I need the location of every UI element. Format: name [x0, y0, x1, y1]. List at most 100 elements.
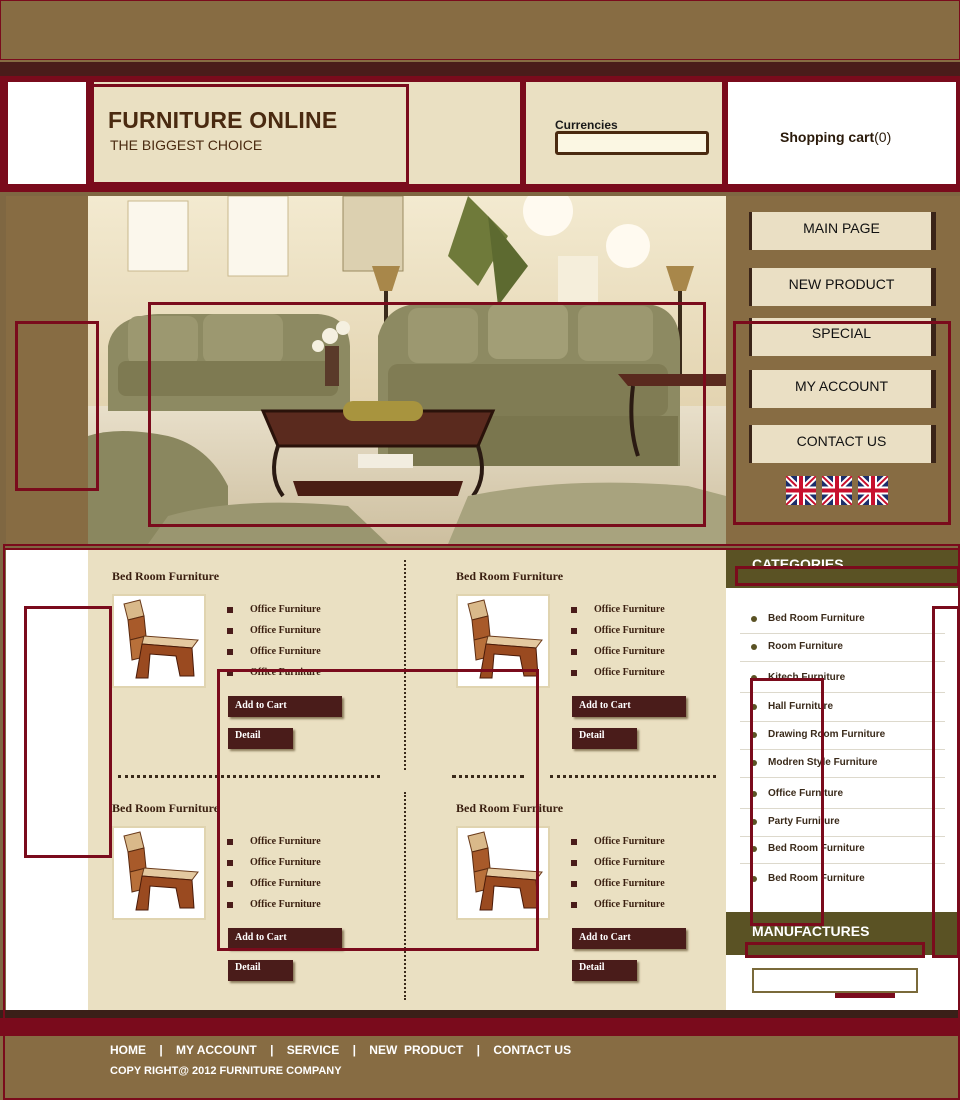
- bullet-icon: [227, 649, 233, 655]
- category-item[interactable]: Bed Room Furniture: [740, 836, 945, 864]
- product-list-item[interactable]: Office Furniture: [250, 878, 321, 889]
- site-logo-title[interactable]: FURNITURE ONLINE: [108, 107, 337, 134]
- category-label: Party Furniture: [768, 816, 840, 827]
- product-list-item[interactable]: Office Furniture: [594, 878, 665, 889]
- uk-flag-icon[interactable]: [822, 476, 852, 505]
- category-item[interactable]: Bed Room Furniture: [740, 606, 945, 634]
- category-item[interactable]: Room Furniture: [740, 634, 945, 662]
- bullet-icon: [227, 902, 233, 908]
- category-label: Hall Furniture: [768, 701, 834, 712]
- bullet-icon: [227, 860, 233, 866]
- nav-contact-us[interactable]: CONTACT US: [749, 425, 936, 463]
- product-image[interactable]: [112, 826, 206, 920]
- product-title[interactable]: Bed Room Furniture: [112, 801, 219, 816]
- bullet-icon: [227, 670, 233, 676]
- bullet-icon: [751, 791, 757, 797]
- footer-link-home[interactable]: HOME: [110, 1043, 146, 1057]
- product-list-item[interactable]: Office Furniture: [250, 646, 321, 657]
- product-list-item[interactable]: Office Furniture: [594, 836, 665, 847]
- add-to-cart-button[interactable]: Add to Cart: [228, 696, 342, 717]
- manufactures-select[interactable]: [752, 968, 918, 993]
- shopping-cart-label: Shopping cart: [780, 129, 875, 145]
- desk-image-icon: [467, 599, 543, 679]
- product-list-item[interactable]: Office Furniture: [594, 646, 665, 657]
- detail-button[interactable]: Detail: [572, 960, 637, 981]
- bullet-icon: [571, 607, 577, 613]
- product-list-item[interactable]: Office Furniture: [594, 625, 665, 636]
- top-divider: [0, 62, 960, 76]
- add-to-cart-button[interactable]: Add to Cart: [228, 928, 342, 949]
- product-list-item[interactable]: Office Furniture: [250, 604, 321, 615]
- footer-link-new-product[interactable]: NEW PRODUCT: [369, 1043, 463, 1057]
- footer-separator: |: [159, 1043, 163, 1057]
- product-title[interactable]: Bed Room Furniture: [456, 801, 563, 816]
- horizontal-divider: [452, 775, 524, 778]
- nav-main-page[interactable]: MAIN PAGE: [749, 212, 936, 250]
- bullet-icon: [227, 628, 233, 634]
- currencies-label: Currencies: [555, 118, 618, 132]
- uk-flag-icon[interactable]: [858, 476, 888, 505]
- category-item[interactable]: Drawing Room Furniture: [740, 722, 945, 750]
- category-item[interactable]: Office Furniture: [740, 781, 945, 809]
- category-label: Modren Style Furniture: [768, 757, 878, 768]
- footer-separator: |: [352, 1043, 356, 1057]
- detail-button[interactable]: Detail: [572, 728, 637, 749]
- currencies-select[interactable]: [555, 131, 709, 155]
- bullet-icon: [751, 644, 757, 650]
- category-item[interactable]: Hall Furniture: [740, 694, 945, 722]
- product-image[interactable]: [112, 594, 206, 688]
- footer-band: [0, 1018, 960, 1036]
- add-to-cart-button[interactable]: Add to Cart: [572, 928, 686, 949]
- detail-button[interactable]: Detail: [228, 960, 293, 981]
- footer-link-contact-us[interactable]: CONTACT US: [493, 1043, 571, 1057]
- bullet-icon: [751, 732, 757, 738]
- bullet-icon: [751, 675, 757, 681]
- horizontal-divider: [118, 775, 380, 778]
- product-list-item[interactable]: Office Furniture: [594, 857, 665, 868]
- product-list-item[interactable]: Office Furniture: [594, 667, 665, 678]
- desk-image-icon: [123, 599, 199, 679]
- category-label: Bed Room Furniture: [768, 873, 865, 884]
- category-label: Office Furniture: [768, 788, 844, 799]
- vertical-divider: [404, 560, 406, 770]
- add-to-cart-button[interactable]: Add to Cart: [572, 696, 686, 717]
- hero-living-room-image: [88, 196, 726, 544]
- shopping-cart-link[interactable]: Shopping cart(0): [780, 129, 891, 145]
- desk-image-icon: [123, 831, 199, 911]
- product-list-item[interactable]: Office Furniture: [250, 667, 321, 678]
- footer-link-service[interactable]: SERVICE: [287, 1043, 339, 1057]
- shopping-cart-count: (0): [874, 129, 892, 145]
- bullet-icon: [751, 819, 757, 825]
- uk-flag-icon[interactable]: [786, 476, 816, 505]
- nav-new-product[interactable]: NEW PRODUCT: [749, 268, 936, 306]
- product-list-item[interactable]: Office Furniture: [594, 604, 665, 615]
- product-list-item[interactable]: Office Furniture: [250, 625, 321, 636]
- detail-button[interactable]: Detail: [228, 728, 293, 749]
- vertical-divider: [404, 792, 406, 1000]
- category-item[interactable]: Modren Style Furniture: [740, 750, 945, 778]
- category-item[interactable]: Kitech Furniture: [740, 665, 945, 693]
- site-logo-subtitle: THE BIGGEST CHOICE: [110, 137, 263, 153]
- nav-special[interactable]: SPECIAL: [749, 318, 936, 356]
- product-list-item[interactable]: Office Furniture: [594, 899, 665, 910]
- category-label: Room Furniture: [768, 641, 843, 652]
- product-list-item[interactable]: Office Furniture: [250, 857, 321, 868]
- bullet-icon: [571, 670, 577, 676]
- product-image[interactable]: [456, 826, 550, 920]
- top-banner: [0, 0, 960, 62]
- bullet-icon: [227, 881, 233, 887]
- nav-my-account[interactable]: MY ACCOUNT: [749, 370, 936, 408]
- category-item[interactable]: Bed Room Furniture: [740, 866, 945, 894]
- product-list-item[interactable]: Office Furniture: [250, 836, 321, 847]
- desk-image-icon: [467, 831, 543, 911]
- category-label: Bed Room Furniture: [768, 843, 865, 854]
- category-item[interactable]: Party Furniture: [740, 809, 945, 837]
- bullet-icon: [227, 607, 233, 613]
- product-image[interactable]: [456, 594, 550, 688]
- product-title[interactable]: Bed Room Furniture: [456, 569, 563, 584]
- footer-copyright: COPY RIGHT@ 2012 FURNITURE COMPANY: [110, 1065, 342, 1077]
- footer-link-my-account[interactable]: MY ACCOUNT: [176, 1043, 257, 1057]
- product-title[interactable]: Bed Room Furniture: [112, 569, 219, 584]
- bullet-icon: [571, 902, 577, 908]
- product-list-item[interactable]: Office Furniture: [250, 899, 321, 910]
